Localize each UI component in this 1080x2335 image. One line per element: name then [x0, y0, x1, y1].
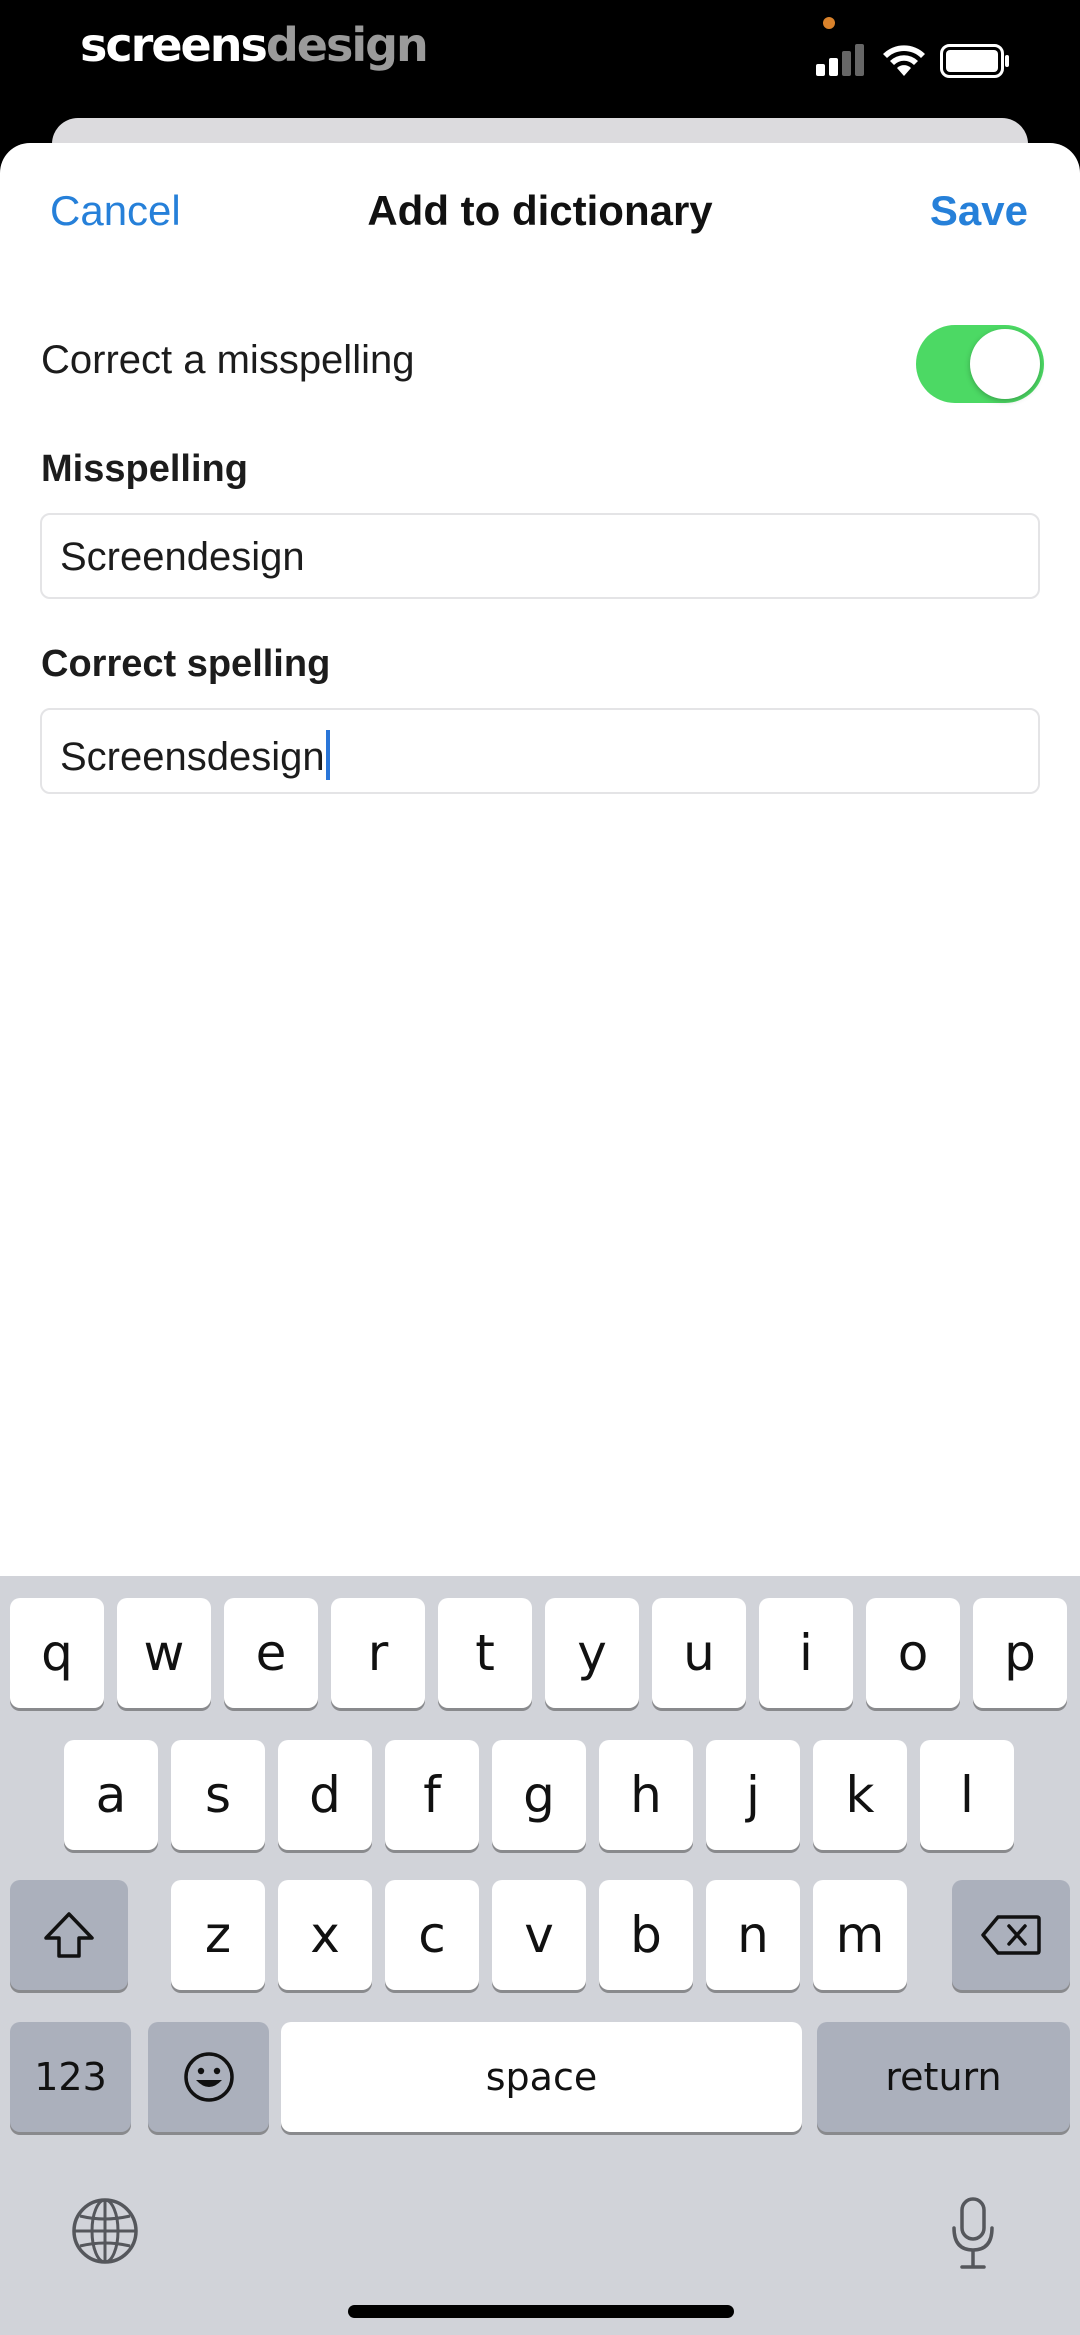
correct-misspelling-label: Correct a misspelling [41, 338, 415, 382]
home-indicator [348, 2305, 734, 2318]
save-button[interactable]: Save [930, 187, 1028, 235]
brand-watermark: screensdesign [80, 18, 429, 72]
wifi-icon [883, 45, 925, 76]
key-i[interactable]: i [759, 1598, 853, 1708]
correct-spelling-field[interactable]: Screensdesign [40, 708, 1040, 794]
numbers-key[interactable]: 123 [10, 2022, 131, 2132]
key-n[interactable]: n [706, 1880, 800, 1990]
privacy-indicator-dot [823, 17, 835, 29]
key-x[interactable]: x [278, 1880, 372, 1990]
emoji-icon [183, 2052, 234, 2102]
key-r[interactable]: r [331, 1598, 425, 1708]
return-key[interactable]: return [817, 2022, 1070, 2132]
toggle-knob [970, 329, 1040, 399]
correct-spelling-value: Screensdesign [60, 735, 325, 779]
key-f[interactable]: f [385, 1740, 479, 1850]
keyboard: q w e r t y u i o p a s d f g h j k l z … [0, 1576, 1080, 2335]
key-a[interactable]: a [64, 1740, 158, 1850]
key-v[interactable]: v [492, 1880, 586, 1990]
microphone-icon[interactable] [950, 2196, 996, 2272]
shift-key[interactable] [10, 1880, 128, 1990]
misspelling-label: Misspelling [41, 448, 248, 490]
key-u[interactable]: u [652, 1598, 746, 1708]
misspelling-field[interactable]: Screendesign [40, 513, 1040, 599]
globe-icon[interactable] [70, 2196, 140, 2266]
misspelling-value: Screendesign [60, 535, 305, 579]
key-c[interactable]: c [385, 1880, 479, 1990]
key-b[interactable]: b [599, 1880, 693, 1990]
key-k[interactable]: k [813, 1740, 907, 1850]
key-e[interactable]: e [224, 1598, 318, 1708]
key-w[interactable]: w [117, 1598, 211, 1708]
key-o[interactable]: o [866, 1598, 960, 1708]
shift-arrow-icon [44, 1912, 94, 1958]
emoji-key[interactable] [148, 2022, 269, 2132]
key-d[interactable]: d [278, 1740, 372, 1850]
key-j[interactable]: j [706, 1740, 800, 1850]
correct-spelling-label: Correct spelling [41, 643, 331, 685]
key-m[interactable]: m [813, 1880, 907, 1990]
key-h[interactable]: h [599, 1740, 693, 1850]
key-q[interactable]: q [10, 1598, 104, 1708]
key-l[interactable]: l [920, 1740, 1014, 1850]
delete-key[interactable] [952, 1880, 1070, 1990]
key-p[interactable]: p [973, 1598, 1067, 1708]
key-g[interactable]: g [492, 1740, 586, 1850]
cancel-button[interactable]: Cancel [50, 187, 181, 235]
space-key[interactable]: space [281, 2022, 802, 2132]
key-t[interactable]: t [438, 1598, 532, 1708]
backspace-icon [981, 1915, 1041, 1955]
cellular-signal-icon [816, 44, 866, 76]
key-s[interactable]: s [171, 1740, 265, 1850]
correct-misspelling-toggle[interactable] [916, 325, 1044, 403]
key-y[interactable]: y [545, 1598, 639, 1708]
battery-icon [940, 44, 1009, 78]
key-z[interactable]: z [171, 1880, 265, 1990]
text-cursor [325, 730, 330, 780]
